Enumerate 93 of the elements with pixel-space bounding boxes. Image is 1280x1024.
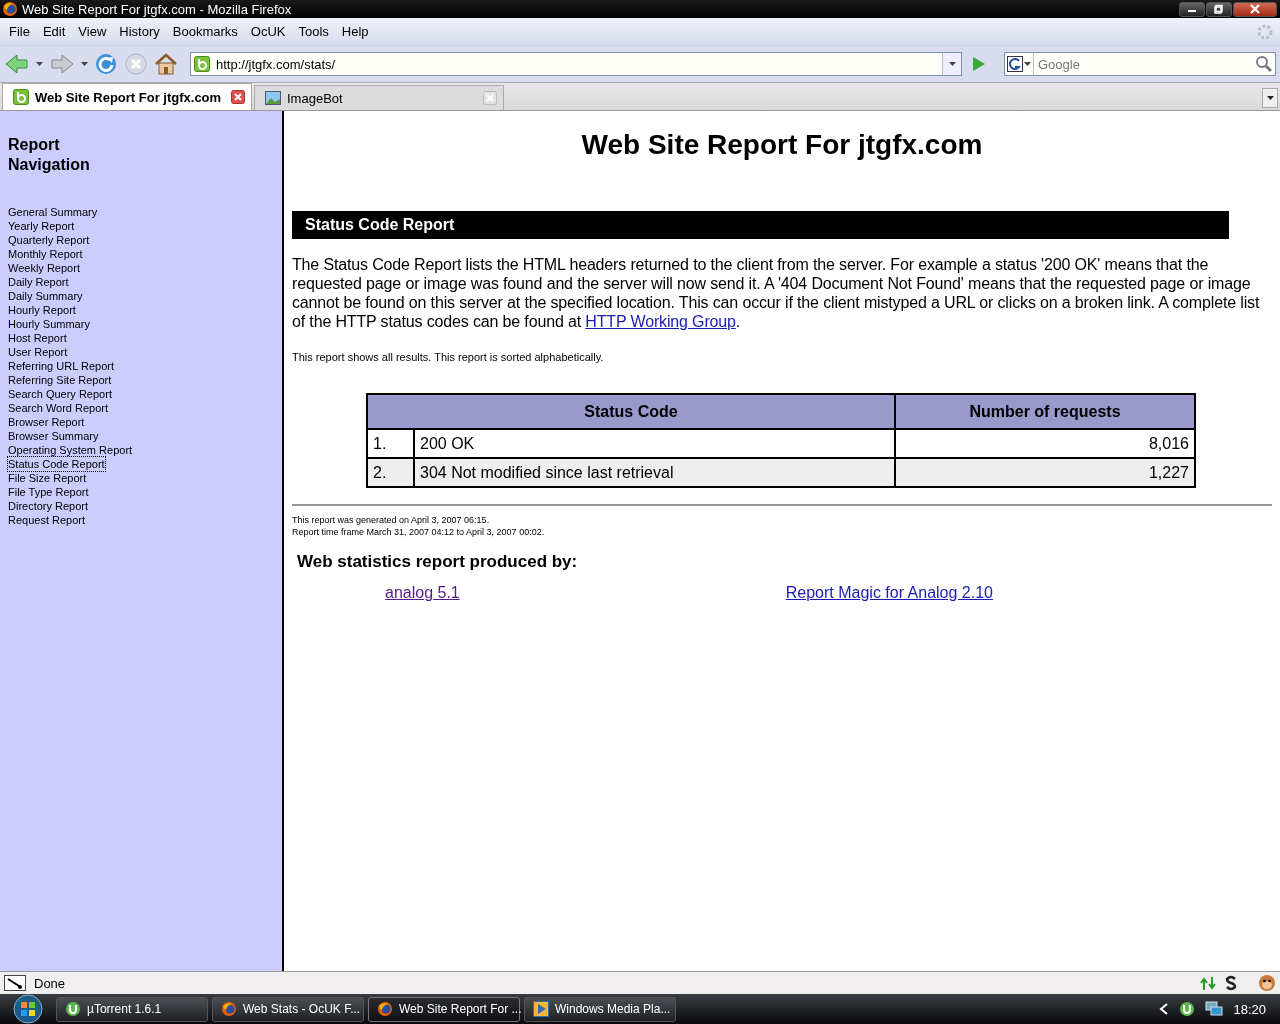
- monkey-face-icon[interactable]: [1258, 974, 1276, 992]
- nav-link[interactable]: Monthly Report: [8, 247, 83, 261]
- nav-link[interactable]: Request Report: [8, 513, 86, 527]
- nav-link[interactable]: Referring URL Report: [8, 359, 114, 373]
- nav-link[interactable]: Search Word Report: [8, 401, 109, 415]
- taskbar-button[interactable]: Web Stats - OcUK F...: [212, 996, 364, 1022]
- taskbar-button[interactable]: Windows Media Pla...: [524, 996, 676, 1022]
- section-header: Status Code Report: [292, 211, 1229, 239]
- intro-paragraph: The Status Code Report lists the HTML headers returned to the client from the server. For example a status '200 OK' means that the requested page or image was found and the server will now send it. A '404 Document Not Found' means that the requested page or image cannot be found on this server at the specified location. This can occur if the client mistyped a URL or clicks on a broken link. A complete list of the HTTP status codes can be found at HTTP Working Group.: [292, 255, 1261, 331]
- browser-tab[interactable]: Web Site Report For jtgfx.com: [2, 83, 252, 110]
- nav-link[interactable]: Referring Site Report: [8, 373, 112, 387]
- caret-icon[interactable]: [36, 62, 43, 66]
- table-cell: 1,227: [895, 458, 1195, 487]
- credits-heading: Web statistics report produced by:: [297, 552, 578, 572]
- home-icon[interactable]: [154, 52, 178, 76]
- credit-link[interactable]: Report Magic for Analog 2.10: [785, 584, 993, 602]
- transfer-arrows-icon[interactable]: [1200, 975, 1218, 991]
- nav-link[interactable]: Host Report: [8, 331, 67, 345]
- address-bar[interactable]: http://jtgfx.com/stats/: [190, 52, 962, 76]
- caret-icon[interactable]: [1024, 62, 1031, 66]
- dropdown-caret-icon[interactable]: [948, 62, 956, 66]
- menu-item[interactable]: OcUK: [245, 24, 291, 39]
- nav-link[interactable]: Browser Report: [8, 415, 85, 429]
- s-logo-icon[interactable]: [1224, 975, 1238, 991]
- network-icon[interactable]: [1205, 1001, 1224, 1017]
- menu-item[interactable]: View: [73, 24, 112, 39]
- credit-link[interactable]: analog 5.1: [385, 584, 460, 602]
- nav-link[interactable]: Browser Summary: [8, 429, 99, 443]
- close-button[interactable]: [1233, 1, 1277, 17]
- firefox-logo-icon: [2, 1, 18, 17]
- site-favicon-icon: [13, 89, 29, 105]
- firefox-logo-icon: [221, 1001, 237, 1017]
- taskbar-button[interactable]: µTorrent 1.6.1: [56, 996, 208, 1022]
- search-engine-icon[interactable]: [1007, 56, 1023, 72]
- nav-link[interactable]: Directory Report: [8, 499, 89, 513]
- table-cell: 304 Not modified since last retrieval: [414, 458, 895, 487]
- torrent-app-icon: [1179, 1001, 1196, 1017]
- menu-item[interactable]: History: [114, 24, 165, 39]
- row-number: 1.: [367, 429, 414, 458]
- nav-link[interactable]: Hourly Report: [8, 303, 76, 317]
- tab-list-button[interactable]: [1262, 88, 1278, 108]
- generated-note: This report was generated on April 3, 2007 06:15.: [292, 514, 490, 526]
- report-note: This report shows all results. This report is sorted alphabetically.: [292, 351, 604, 363]
- page-title: Web Site Report For jtgfx.com: [580, 129, 984, 161]
- image-favicon-icon: [265, 90, 281, 106]
- row-number: 2.: [367, 458, 414, 487]
- nav-link[interactable]: Status Code Report: [8, 457, 105, 471]
- tab-close-icon[interactable]: [231, 90, 245, 104]
- nav-link[interactable]: Weekly Report: [8, 261, 80, 275]
- close-icon: [1250, 4, 1260, 14]
- window-title: Web Site Report For jtgfx.com - Mozilla Firefox: [22, 1, 292, 17]
- nav-link[interactable]: User Report: [8, 345, 68, 359]
- menu-item[interactable]: Bookmarks: [167, 24, 243, 39]
- nav-link[interactable]: Daily Report: [8, 275, 69, 289]
- table-cell: 8,016: [895, 429, 1195, 458]
- connection-icon: [4, 975, 26, 991]
- taskbar-button[interactable]: Web Site Report For ...: [368, 996, 520, 1022]
- minimize-button[interactable]: [1179, 1, 1205, 17]
- nav-link[interactable]: File Type Report: [8, 485, 89, 499]
- reference-link[interactable]: HTTP Working Group: [585, 313, 736, 330]
- nav-link[interactable]: Hourly Summary: [8, 317, 90, 331]
- site-favicon-icon: [194, 56, 210, 72]
- clock: 18:20: [1233, 1001, 1266, 1017]
- reload-icon[interactable]: [94, 52, 118, 76]
- nav-link[interactable]: General Summary: [8, 205, 98, 219]
- nav-link[interactable]: Quarterly Report: [8, 233, 90, 247]
- maximize-button[interactable]: [1206, 1, 1232, 17]
- time-frame-note: Report time frame March 31, 2007 04:12 to April 3, 2007 00:02.: [292, 526, 545, 538]
- table-cell: 200 OK: [414, 429, 895, 458]
- restore-icon: [1214, 4, 1224, 14]
- column-header: Status Code: [367, 394, 895, 429]
- browser-tab[interactable]: ImageBot: [254, 85, 504, 110]
- menu-item[interactable]: Tools: [293, 24, 334, 39]
- play-app-icon: [533, 1001, 549, 1017]
- menu-item[interactable]: File: [4, 24, 35, 39]
- firefox-logo-icon: [377, 1001, 393, 1017]
- search-icon[interactable]: [1253, 54, 1275, 74]
- menu-item[interactable]: Edit: [37, 24, 71, 39]
- throbber-icon: [1256, 22, 1274, 41]
- chevron-left-icon[interactable]: [1159, 1003, 1170, 1015]
- nav-link[interactable]: Search Query Report: [8, 387, 112, 401]
- nav-link[interactable]: Yearly Report: [8, 219, 75, 233]
- torrent-app-icon: [65, 1001, 81, 1017]
- search-field[interactable]: Google: [1004, 52, 1276, 76]
- status-text: Done: [34, 975, 66, 991]
- menu-item[interactable]: Help: [336, 24, 374, 39]
- nav-link[interactable]: Daily Summary: [8, 289, 83, 303]
- sidebar-title: Report Navigation: [8, 135, 91, 175]
- caret-icon: [1266, 96, 1274, 100]
- nav-link[interactable]: Operating System Report: [8, 443, 133, 457]
- column-header: Number of requests: [895, 394, 1195, 429]
- caret-icon[interactable]: [81, 62, 88, 66]
- nav-link[interactable]: File Size Report: [8, 471, 87, 485]
